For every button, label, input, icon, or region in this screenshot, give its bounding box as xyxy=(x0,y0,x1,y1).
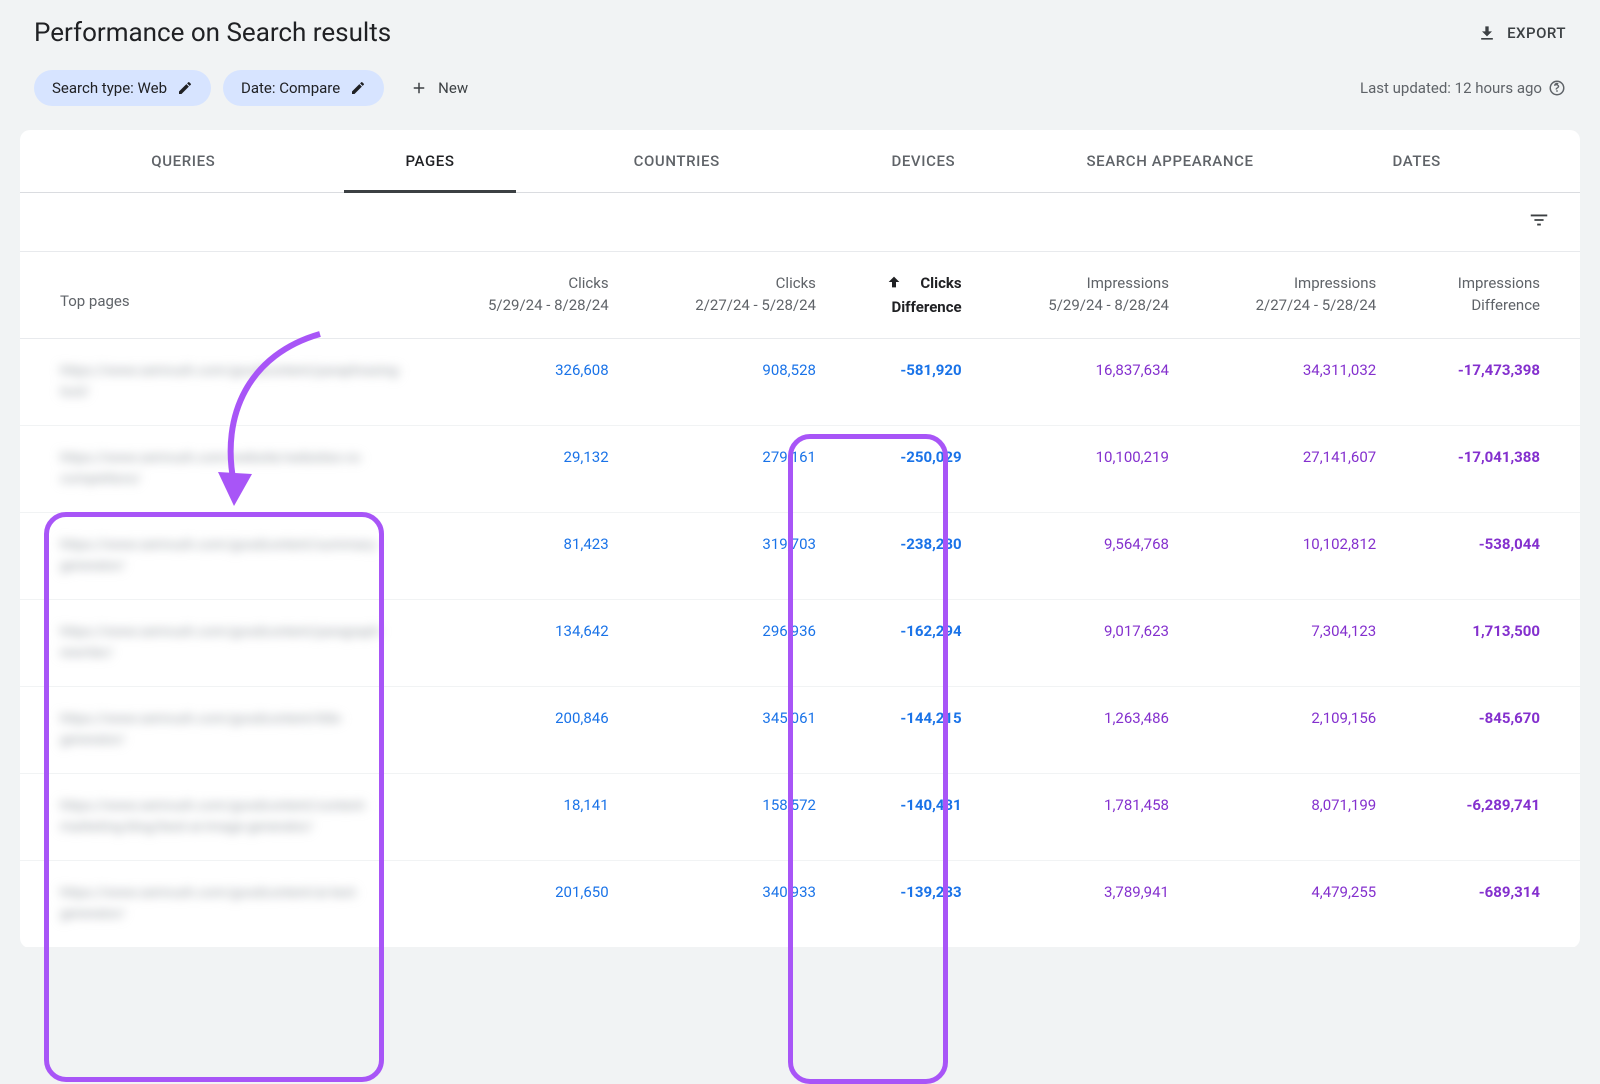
tab-queries[interactable]: QUERIES xyxy=(60,130,307,192)
cell-impr-diff: -17,473,398 xyxy=(1392,339,1580,426)
help-icon[interactable] xyxy=(1548,79,1566,97)
col-impr-diff[interactable]: ImpressionsDifference xyxy=(1392,252,1580,339)
cell-clicks-p1: 134,642 xyxy=(417,600,624,687)
tab-countries[interactable]: COUNTRIES xyxy=(553,130,800,192)
cell-impr-diff: -689,314 xyxy=(1392,861,1580,948)
table-row[interactable]: https://www.semrush.com/goodcontent/para… xyxy=(20,600,1580,687)
cell-impr-p1: 16,837,634 xyxy=(978,339,1185,426)
cell-clicks-diff: -162,294 xyxy=(832,600,978,687)
col-impr-p2[interactable]: Impressions2/27/24 - 5/28/24 xyxy=(1185,252,1392,339)
table-row[interactable]: https://www.semrush.com/goodcontent/titl… xyxy=(20,687,1580,774)
cell-clicks-p2: 319,703 xyxy=(625,513,832,600)
table-row[interactable]: https://www.semrush.com/goodcontent/ai-t… xyxy=(20,861,1580,948)
plus-icon xyxy=(410,79,428,97)
cell-clicks-p1: 326,608 xyxy=(417,339,624,426)
cell-clicks-diff: -581,920 xyxy=(832,339,978,426)
cell-clicks-p2: 158,572 xyxy=(625,774,832,861)
cell-impr-diff: -538,044 xyxy=(1392,513,1580,600)
cell-clicks-diff: -140,431 xyxy=(832,774,978,861)
export-button[interactable]: EXPORT xyxy=(1477,23,1566,43)
cell-clicks-p2: 340,933 xyxy=(625,861,832,948)
cell-clicks-p2: 345,061 xyxy=(625,687,832,774)
filter-icon[interactable] xyxy=(1528,209,1550,235)
cell-page[interactable]: https://www.semrush.com/goodcontent/summ… xyxy=(20,513,417,600)
cell-impr-diff: -6,289,741 xyxy=(1392,774,1580,861)
cell-page[interactable]: https://www.semrush.com/goodcontent/para… xyxy=(20,600,417,687)
col-clicks-diff[interactable]: ClicksDifference xyxy=(832,252,978,339)
cell-clicks-p1: 200,846 xyxy=(417,687,624,774)
cell-impr-p2: 27,141,607 xyxy=(1185,426,1392,513)
cell-clicks-p1: 18,141 xyxy=(417,774,624,861)
cell-impr-diff: -17,041,388 xyxy=(1392,426,1580,513)
page-title: Performance on Search results xyxy=(34,18,391,48)
cell-clicks-p2: 279,161 xyxy=(625,426,832,513)
cell-clicks-p1: 81,423 xyxy=(417,513,624,600)
cell-impr-p2: 34,311,032 xyxy=(1185,339,1392,426)
cell-impr-p1: 1,263,486 xyxy=(978,687,1185,774)
cell-impr-p2: 4,479,255 xyxy=(1185,861,1392,948)
cell-clicks-diff: -238,280 xyxy=(832,513,978,600)
cell-impr-p1: 9,017,623 xyxy=(978,600,1185,687)
cell-impr-p1: 1,781,458 xyxy=(978,774,1185,861)
cell-page[interactable]: https://www.semrush.com/goodcontent/ai-t… xyxy=(20,861,417,948)
cell-page[interactable]: https://www.semrush.com/goodcontent/titl… xyxy=(20,687,417,774)
cell-impr-p1: 3,789,941 xyxy=(978,861,1185,948)
col-clicks-p2[interactable]: Clicks2/27/24 - 5/28/24 xyxy=(625,252,832,339)
pages-table: Top pages Clicks5/29/24 - 8/28/24 Clicks… xyxy=(20,252,1580,948)
tab-pages[interactable]: PAGES xyxy=(307,130,554,192)
table-row[interactable]: https://www.semrush.com/goodcontent/para… xyxy=(20,339,1580,426)
download-icon xyxy=(1477,23,1497,43)
col-clicks-p1[interactable]: Clicks5/29/24 - 8/28/24 xyxy=(417,252,624,339)
new-filter-button[interactable]: New xyxy=(396,70,482,106)
cell-clicks-p1: 29,132 xyxy=(417,426,624,513)
table-row[interactable]: https://www.semrush.com/goodcontent/cont… xyxy=(20,774,1580,861)
col-top-pages[interactable]: Top pages xyxy=(20,252,417,339)
cell-impr-diff: -845,670 xyxy=(1392,687,1580,774)
cell-impr-p1: 10,100,219 xyxy=(978,426,1185,513)
edit-icon xyxy=(350,80,366,96)
last-updated: Last updated: 12 hours ago xyxy=(1360,79,1566,97)
tab-devices[interactable]: DEVICES xyxy=(800,130,1047,192)
cell-impr-p2: 7,304,123 xyxy=(1185,600,1392,687)
table-row[interactable]: https://www.semrush.com/website/websites… xyxy=(20,426,1580,513)
cell-clicks-diff: -139,283 xyxy=(832,861,978,948)
col-impr-p1[interactable]: Impressions5/29/24 - 8/28/24 xyxy=(978,252,1185,339)
tabs: QUERIESPAGESCOUNTRIESDEVICESSEARCH APPEA… xyxy=(20,130,1580,193)
cell-clicks-diff: -250,029 xyxy=(832,426,978,513)
cell-page[interactable]: https://www.semrush.com/website/websites… xyxy=(20,426,417,513)
cell-clicks-p1: 201,650 xyxy=(417,861,624,948)
cell-clicks-p2: 908,528 xyxy=(625,339,832,426)
cell-page[interactable]: https://www.semrush.com/goodcontent/para… xyxy=(20,339,417,426)
edit-icon xyxy=(177,80,193,96)
cell-impr-p2: 2,109,156 xyxy=(1185,687,1392,774)
cell-impr-p1: 9,564,768 xyxy=(978,513,1185,600)
export-label: EXPORT xyxy=(1507,24,1566,42)
cell-impr-diff: 1,713,500 xyxy=(1392,600,1580,687)
tab-search-appearance[interactable]: SEARCH APPEARANCE xyxy=(1047,130,1294,192)
table-row[interactable]: https://www.semrush.com/goodcontent/summ… xyxy=(20,513,1580,600)
cell-impr-p2: 8,071,199 xyxy=(1185,774,1392,861)
sort-ascending-icon xyxy=(886,274,902,294)
tab-dates[interactable]: DATES xyxy=(1293,130,1540,192)
cell-impr-p2: 10,102,812 xyxy=(1185,513,1392,600)
date-chip[interactable]: Date: Compare xyxy=(223,70,384,106)
cell-clicks-diff: -144,215 xyxy=(832,687,978,774)
cell-clicks-p2: 296,936 xyxy=(625,600,832,687)
search-type-chip[interactable]: Search type: Web xyxy=(34,70,211,106)
cell-page[interactable]: https://www.semrush.com/goodcontent/cont… xyxy=(20,774,417,861)
results-card: QUERIESPAGESCOUNTRIESDEVICESSEARCH APPEA… xyxy=(20,130,1580,948)
